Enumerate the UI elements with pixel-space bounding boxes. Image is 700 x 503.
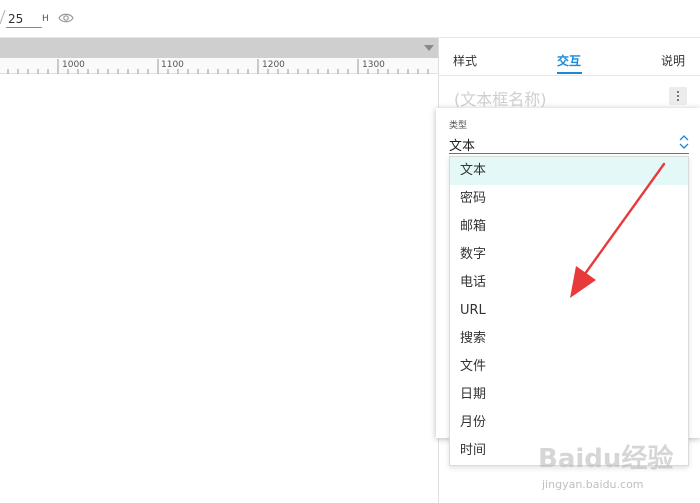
ruler-label: 1300	[362, 60, 385, 70]
ruler-label: 1200	[262, 60, 285, 70]
tab-notes[interactable]: 说明	[661, 52, 685, 69]
horizontal-ruler: 1000 1100 1200 1300	[0, 58, 438, 74]
type-option[interactable]: 搜索	[450, 325, 688, 353]
widget-name-field[interactable]: (文本框名称)	[454, 86, 547, 110]
ruler-dropdown-caret-icon[interactable]	[424, 45, 434, 51]
type-option[interactable]: 日期	[450, 381, 688, 409]
select-arrows-icon	[679, 135, 689, 149]
ruler-header-bar	[0, 38, 438, 58]
toolbar-divider	[0, 10, 6, 24]
annotation-arrow-icon	[570, 162, 666, 298]
panel-divider	[439, 75, 700, 76]
more-vertical-icon[interactable]	[669, 87, 687, 105]
height-unit-label: H	[42, 14, 49, 24]
watermark-url: jingyan.baidu.com	[542, 478, 644, 491]
type-label: 类型	[449, 121, 468, 131]
watermark-brand: Baidu经验	[538, 444, 674, 474]
ruler-label: 1000	[62, 60, 85, 70]
type-select[interactable]: 文本	[449, 132, 689, 154]
eye-icon[interactable]	[58, 12, 74, 24]
tab-interaction[interactable]: 交互	[557, 52, 581, 69]
height-input[interactable]	[6, 10, 42, 28]
active-tab-indicator	[557, 72, 582, 74]
type-select-value: 文本	[449, 139, 476, 154]
type-option[interactable]: 文件	[450, 353, 688, 381]
baidu-watermark: Baidu经验 jingyan.baidu.com	[538, 428, 698, 502]
tab-style[interactable]: 样式	[453, 52, 477, 69]
top-toolbar: H	[0, 0, 700, 38]
design-canvas[interactable]	[0, 75, 438, 503]
type-option[interactable]: URL	[450, 297, 688, 325]
ruler-label: 1100	[161, 60, 184, 70]
